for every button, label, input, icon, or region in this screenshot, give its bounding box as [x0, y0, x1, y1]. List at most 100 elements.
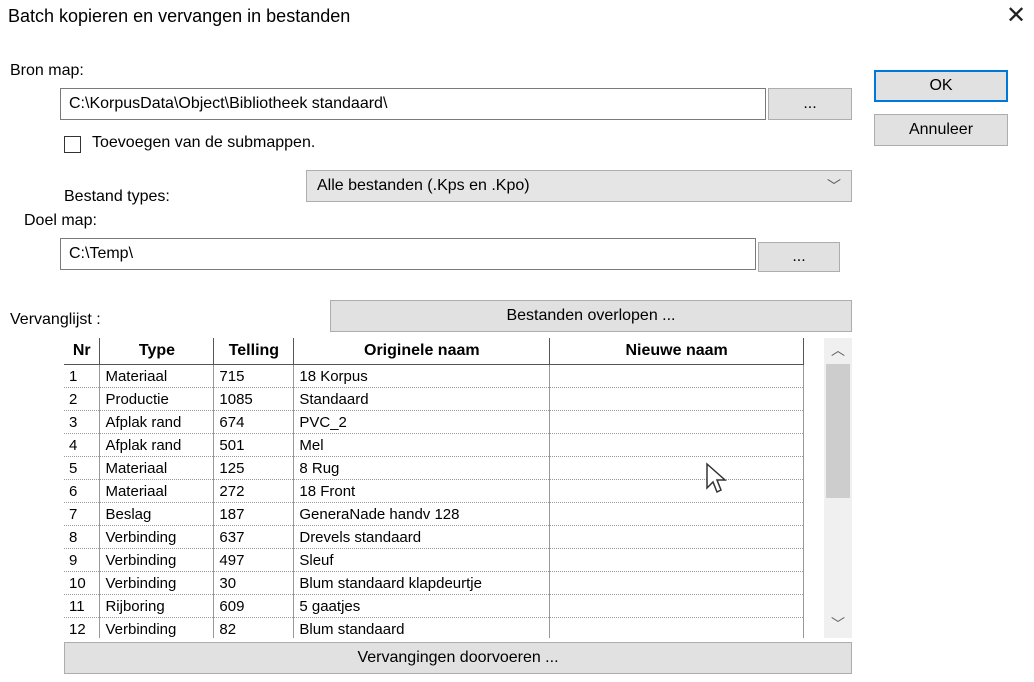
filetypes-selected-value: Alle bestanden (.Kps en .Kpo) — [317, 177, 530, 194]
cell-count[interactable]: 501 — [213, 433, 295, 457]
cell-original-name[interactable]: Drevels standaard — [293, 525, 551, 549]
cell-nr[interactable]: 4 — [64, 433, 101, 457]
cell-nr[interactable]: 11 — [64, 594, 101, 618]
cell-original-name[interactable]: 18 Korpus — [293, 364, 551, 388]
filetypes-select[interactable]: Alle bestanden (.Kps en .Kpo) ﹀ — [306, 170, 852, 202]
scrollbar-thumb[interactable] — [826, 364, 850, 498]
cell-original-name[interactable]: Sleuf — [293, 548, 551, 572]
cell-count[interactable]: 1085 — [213, 387, 295, 411]
table-row[interactable]: 6 Materiaal 272 18 Front — [64, 479, 804, 503]
target-browse-button[interactable]: ... — [758, 242, 840, 272]
subfolders-label: Toevoegen van de submappen. — [92, 134, 316, 151]
cell-count[interactable]: 609 — [213, 594, 295, 618]
cell-type[interactable]: Rijboring — [99, 594, 215, 618]
cell-nr[interactable]: 9 — [64, 548, 101, 572]
cell-nr[interactable]: 8 — [64, 525, 101, 549]
cell-count[interactable]: 30 — [213, 571, 295, 595]
cell-count[interactable]: 674 — [213, 410, 295, 434]
filetypes-label: Bestand types: — [64, 188, 170, 205]
table-row[interactable]: 7 Beslag 187 GeneraNade handv 128 — [64, 502, 804, 526]
cell-count[interactable]: 125 — [213, 456, 295, 480]
column-header-original-name[interactable]: Originele naam — [293, 338, 551, 365]
dialog-title: Batch kopieren en vervangen in bestanden — [8, 6, 351, 26]
cancel-button[interactable]: Annuleer — [874, 114, 1008, 146]
cell-new-name[interactable] — [549, 594, 804, 618]
cell-new-name[interactable] — [549, 548, 804, 572]
cell-original-name[interactable]: 5 gaatjes — [293, 594, 551, 618]
cell-type[interactable]: Afplak rand — [99, 433, 215, 457]
cell-count[interactable]: 637 — [213, 525, 295, 549]
cell-new-name[interactable] — [549, 433, 804, 457]
column-header-nr[interactable]: Nr — [64, 338, 101, 365]
cell-count[interactable]: 82 — [213, 617, 295, 638]
table-row[interactable]: 8 Verbinding 637 Drevels standaard — [64, 525, 804, 549]
close-icon[interactable]: ✕ — [1006, 4, 1026, 28]
source-browse-button[interactable]: ... — [768, 88, 852, 120]
cell-new-name[interactable] — [549, 410, 804, 434]
cell-nr[interactable]: 2 — [64, 387, 101, 411]
table-row[interactable]: 2 Productie 1085 Standaard — [64, 387, 804, 411]
scroll-down-icon[interactable]: ﹀ — [824, 614, 852, 634]
cell-count[interactable]: 497 — [213, 548, 295, 572]
cell-original-name[interactable]: PVC_2 — [293, 410, 551, 434]
table-row[interactable]: 5 Materiaal 125 8 Rug — [64, 456, 804, 480]
cell-type[interactable]: Afplak rand — [99, 410, 215, 434]
cell-type[interactable]: Materiaal — [99, 364, 215, 388]
cell-type[interactable]: Verbinding — [99, 548, 215, 572]
replace-grid[interactable]: Nr Type Telling Originele naam Nieuwe na… — [64, 338, 804, 638]
table-row[interactable]: 3 Afplak rand 674 PVC_2 — [64, 410, 804, 434]
cell-nr[interactable]: 10 — [64, 571, 101, 595]
cell-type[interactable]: Materiaal — [99, 456, 215, 480]
table-row[interactable]: 1 Materiaal 715 18 Korpus — [64, 364, 804, 388]
cell-new-name[interactable] — [549, 456, 804, 480]
cell-type[interactable]: Productie — [99, 387, 215, 411]
table-row[interactable]: 10 Verbinding 30 Blum standaard klapdeurtje — [64, 571, 804, 595]
cell-original-name[interactable]: Blum standaard klapdeurtje — [293, 571, 551, 595]
cell-nr[interactable]: 6 — [64, 479, 101, 503]
cell-nr[interactable]: 12 — [64, 617, 101, 638]
source-folder-input[interactable]: C:\KorpusData\Object\Bibliotheek standaa… — [60, 88, 766, 120]
cell-nr[interactable]: 3 — [64, 410, 101, 434]
cell-original-name[interactable]: Standaard — [293, 387, 551, 411]
target-folder-input[interactable]: C:\Temp\ — [60, 238, 756, 270]
table-row[interactable]: 4 Afplak rand 501 Mel — [64, 433, 804, 457]
target-folder-label: Doel map: — [24, 212, 97, 229]
table-row[interactable]: 12 Verbinding 82 Blum standaard — [64, 617, 804, 638]
cell-original-name[interactable]: Blum standaard — [293, 617, 551, 638]
cell-original-name[interactable]: Mel — [293, 433, 551, 457]
cell-new-name[interactable] — [549, 502, 804, 526]
cell-new-name[interactable] — [549, 387, 804, 411]
cell-type[interactable]: Materiaal — [99, 479, 215, 503]
cell-original-name[interactable]: GeneraNade handv 128 — [293, 502, 551, 526]
cell-type[interactable]: Verbinding — [99, 617, 215, 638]
table-row[interactable]: 11 Rijboring 609 5 gaatjes — [64, 594, 804, 618]
cell-count[interactable]: 187 — [213, 502, 295, 526]
table-row[interactable]: 9 Verbinding 497 Sleuf — [64, 548, 804, 572]
cell-count[interactable]: 272 — [213, 479, 295, 503]
cell-new-name[interactable] — [549, 525, 804, 549]
cell-type[interactable]: Beslag — [99, 502, 215, 526]
replace-list-label: Vervanglijst : — [10, 311, 101, 328]
ok-button[interactable]: OK — [874, 70, 1008, 102]
cell-new-name[interactable] — [549, 571, 804, 595]
scan-files-button[interactable]: Bestanden overlopen ... — [330, 300, 852, 332]
cell-type[interactable]: Verbinding — [99, 571, 215, 595]
apply-replacements-button[interactable]: Vervangingen doorvoeren ... — [64, 642, 852, 674]
subfolders-checkbox[interactable] — [64, 136, 81, 153]
cell-original-name[interactable]: 8 Rug — [293, 456, 551, 480]
cell-nr[interactable]: 1 — [64, 364, 101, 388]
scroll-up-icon[interactable]: ︿ — [824, 340, 852, 360]
cell-new-name[interactable] — [549, 479, 804, 503]
cell-nr[interactable]: 7 — [64, 502, 101, 526]
column-header-count[interactable]: Telling — [213, 338, 295, 365]
grid-scrollbar[interactable]: ︿ ﹀ — [824, 338, 852, 638]
column-header-type[interactable]: Type — [99, 338, 215, 365]
table-header-row: Nr Type Telling Originele naam Nieuwe na… — [64, 338, 804, 365]
column-header-new-name[interactable]: Nieuwe naam — [549, 338, 804, 365]
cell-new-name[interactable] — [549, 364, 804, 388]
cell-new-name[interactable] — [549, 617, 804, 638]
cell-nr[interactable]: 5 — [64, 456, 101, 480]
cell-type[interactable]: Verbinding — [99, 525, 215, 549]
cell-original-name[interactable]: 18 Front — [293, 479, 551, 503]
cell-count[interactable]: 715 — [213, 364, 295, 388]
